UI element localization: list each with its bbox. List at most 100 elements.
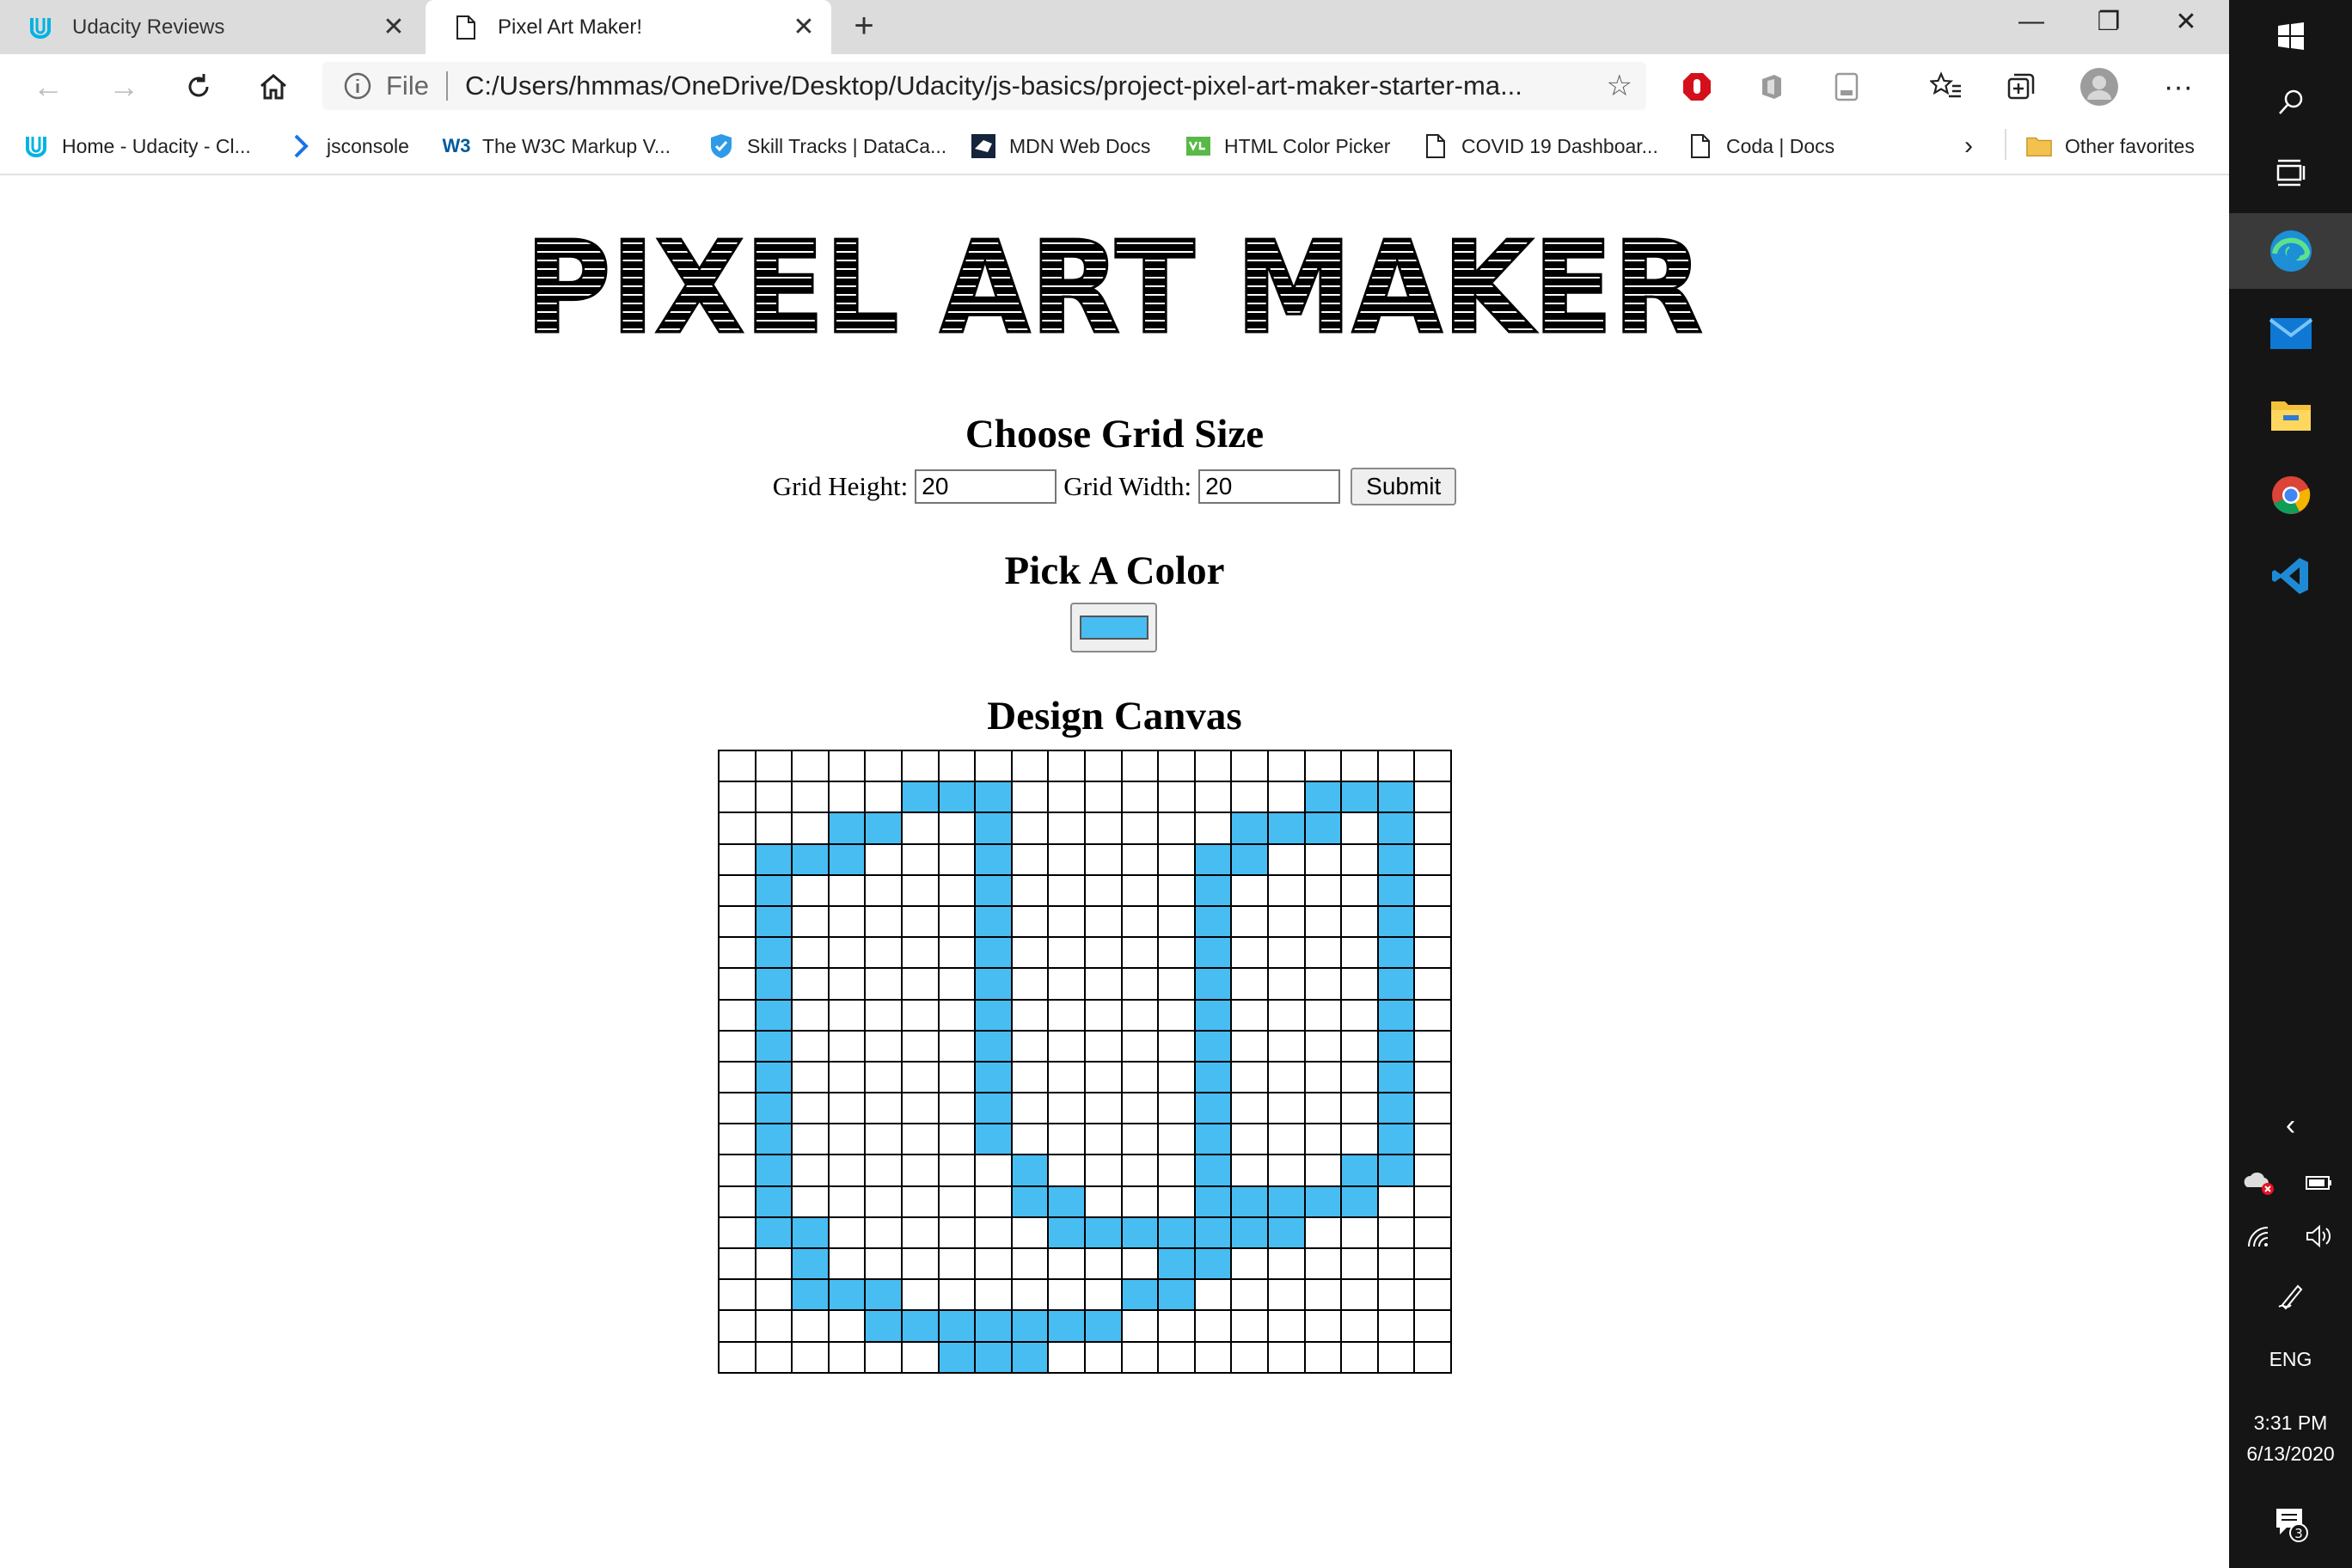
canvas-cell[interactable] xyxy=(718,1340,756,1374)
canvas-cell[interactable] xyxy=(1157,1278,1196,1312)
canvas-cell[interactable] xyxy=(1230,998,1269,1032)
canvas-cell[interactable] xyxy=(1157,1216,1196,1250)
canvas-cell[interactable] xyxy=(791,1246,830,1281)
canvas-cell[interactable] xyxy=(974,1154,1013,1187)
canvas-cell[interactable] xyxy=(1047,1216,1086,1250)
canvas-cell[interactable] xyxy=(1230,1246,1269,1281)
canvas-cell[interactable] xyxy=(1047,842,1086,876)
canvas-cell[interactable] xyxy=(937,1123,977,1156)
canvas-cell[interactable] xyxy=(1010,936,1050,970)
canvas-cell[interactable] xyxy=(1010,749,1050,783)
canvas-cell[interactable] xyxy=(1413,1060,1452,1094)
canvas-cell[interactable] xyxy=(1193,1029,1233,1063)
canvas-cell[interactable] xyxy=(1376,1092,1416,1125)
canvas-cell[interactable] xyxy=(1266,842,1306,876)
canvas-cell[interactable] xyxy=(1120,1340,1160,1374)
canvas-cell[interactable] xyxy=(1303,812,1343,845)
canvas-cell[interactable] xyxy=(1083,781,1123,814)
canvas-cell[interactable] xyxy=(937,749,977,783)
canvas-cell[interactable] xyxy=(718,1123,756,1156)
adblock-icon[interactable] xyxy=(1676,66,1718,107)
canvas-cell[interactable] xyxy=(791,936,830,970)
canvas-cell[interactable] xyxy=(1413,873,1452,907)
canvas-cell[interactable] xyxy=(937,1154,977,1187)
canvas-cell[interactable] xyxy=(864,1185,903,1218)
canvas-cell[interactable] xyxy=(1193,1154,1233,1187)
canvas-cell[interactable] xyxy=(718,1246,756,1281)
canvas-cell[interactable] xyxy=(1083,1309,1123,1343)
canvas-cell[interactable] xyxy=(827,812,867,845)
battery-icon[interactable] xyxy=(2289,1164,2349,1202)
canvas-cell[interactable] xyxy=(1266,998,1306,1032)
canvas-cell[interactable] xyxy=(1413,1123,1452,1156)
canvas-cell[interactable] xyxy=(1376,842,1416,876)
canvas-cell[interactable] xyxy=(1120,936,1160,970)
canvas-cell[interactable] xyxy=(1340,842,1379,876)
canvas-cell[interactable] xyxy=(718,842,756,876)
canvas-cell[interactable] xyxy=(1303,1246,1343,1281)
canvas-cell[interactable] xyxy=(754,936,793,970)
canvas-cell[interactable] xyxy=(1340,1278,1379,1312)
clock-date[interactable]: 6/13/2020 xyxy=(2229,1442,2352,1466)
canvas-cell[interactable] xyxy=(1157,842,1196,876)
canvas-cell[interactable] xyxy=(1303,904,1343,939)
canvas-cell[interactable] xyxy=(900,1154,940,1187)
canvas-cell[interactable] xyxy=(791,1029,830,1063)
canvas-cell[interactable] xyxy=(791,812,830,845)
canvas-cell[interactable] xyxy=(1266,1246,1306,1281)
volume-icon[interactable] xyxy=(2289,1217,2349,1255)
canvas-cell[interactable] xyxy=(1413,842,1452,876)
canvas-cell[interactable] xyxy=(1193,1123,1233,1156)
canvas-cell[interactable] xyxy=(1193,1278,1233,1312)
canvas-cell[interactable] xyxy=(791,842,830,876)
bookmark-datacamp[interactable]: Skill Tracks | DataCa... xyxy=(707,129,946,163)
language-indicator[interactable]: ENG xyxy=(2229,1348,2352,1371)
canvas-cell[interactable] xyxy=(1047,1154,1086,1187)
canvas-cell[interactable] xyxy=(1230,781,1269,814)
canvas-cell[interactable] xyxy=(864,1154,903,1187)
canvas-cell[interactable] xyxy=(1413,1029,1452,1063)
canvas-cell[interactable] xyxy=(827,873,867,907)
action-center-button[interactable]: 3 xyxy=(2229,1498,2352,1549)
canvas-cell[interactable] xyxy=(1303,1185,1343,1218)
refresh-button[interactable] xyxy=(176,64,221,109)
canvas-cell[interactable] xyxy=(864,812,903,845)
address-bar[interactable]: File C:/Users/hmmas/OneDrive/Desktop/Uda… xyxy=(322,62,1646,110)
canvas-cell[interactable] xyxy=(1120,1216,1160,1250)
canvas-cell[interactable] xyxy=(1230,1185,1269,1218)
canvas-cell[interactable] xyxy=(937,967,977,1001)
canvas-cell[interactable] xyxy=(1047,967,1086,1001)
canvas-cell[interactable] xyxy=(974,1123,1013,1156)
canvas-cell[interactable] xyxy=(864,936,903,970)
canvas-cell[interactable] xyxy=(754,1246,793,1281)
canvas-cell[interactable] xyxy=(1376,781,1416,814)
canvas-cell[interactable] xyxy=(1340,1092,1379,1125)
canvas-cell[interactable] xyxy=(1303,1029,1343,1063)
canvas-cell[interactable] xyxy=(1230,936,1269,970)
canvas-cell[interactable] xyxy=(1230,842,1269,876)
canvas-cell[interactable] xyxy=(1340,1340,1379,1374)
canvas-cell[interactable] xyxy=(1047,1340,1086,1374)
canvas-cell[interactable] xyxy=(937,842,977,876)
canvas-cell[interactable] xyxy=(1047,1092,1086,1125)
canvas-cell[interactable] xyxy=(1376,1185,1416,1218)
canvas-cell[interactable] xyxy=(1193,781,1233,814)
bookmark-udacity-home[interactable]: Home - Udacity - Cl... xyxy=(22,129,251,163)
canvas-cell[interactable] xyxy=(718,1309,756,1343)
canvas-cell[interactable] xyxy=(791,1060,830,1094)
canvas-cell[interactable] xyxy=(754,781,793,814)
canvas-cell[interactable] xyxy=(1266,1309,1306,1343)
canvas-cell[interactable] xyxy=(718,873,756,907)
canvas-cell[interactable] xyxy=(1340,1246,1379,1281)
canvas-cell[interactable] xyxy=(937,1060,977,1094)
canvas-cell[interactable] xyxy=(864,1029,903,1063)
canvas-cell[interactable] xyxy=(1120,1246,1160,1281)
canvas-cell[interactable] xyxy=(1230,1154,1269,1187)
canvas-cell[interactable] xyxy=(1120,1123,1160,1156)
canvas-cell[interactable] xyxy=(864,1309,903,1343)
canvas-cell[interactable] xyxy=(1413,967,1452,1001)
canvas-cell[interactable] xyxy=(864,998,903,1032)
canvas-cell[interactable] xyxy=(1376,1123,1416,1156)
canvas-cell[interactable] xyxy=(937,1278,977,1312)
canvas-cell[interactable] xyxy=(1193,812,1233,845)
